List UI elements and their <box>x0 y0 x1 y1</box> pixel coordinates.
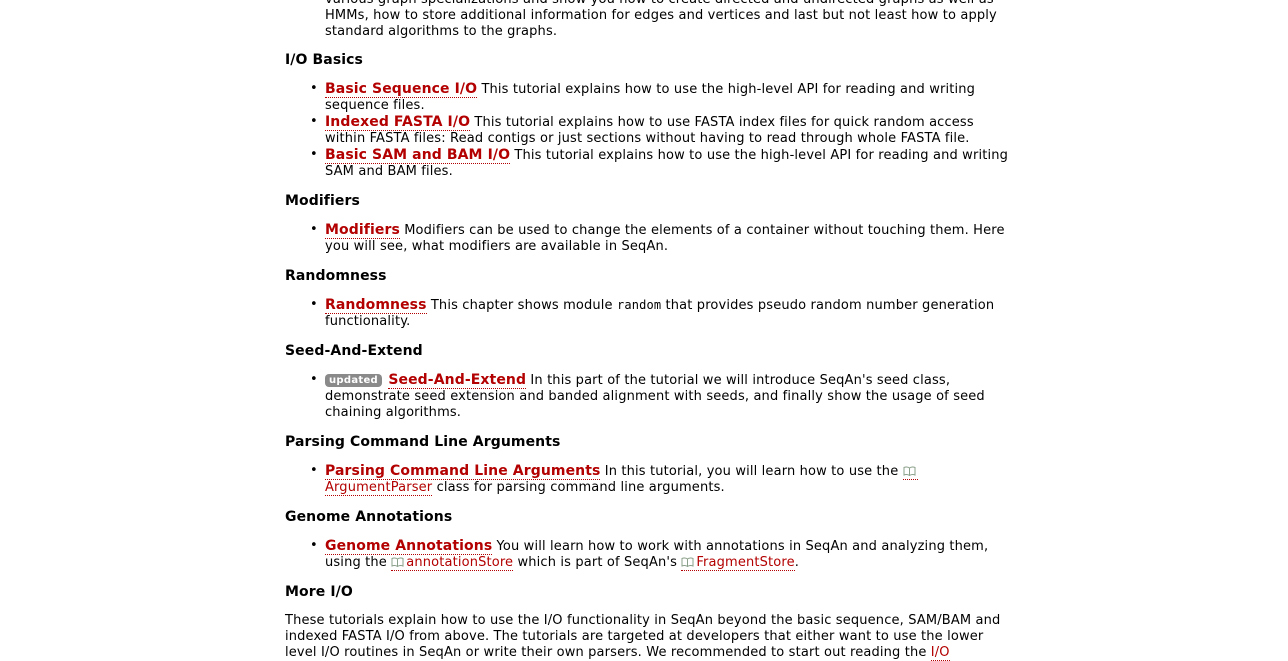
ref-annotation-store-label: annotationStore <box>406 555 514 570</box>
updated-badge: updated <box>325 374 383 387</box>
link-basic-sam-bam-io[interactable]: Basic SAM and BAM I/O <box>325 147 511 164</box>
heading-modifiers: Modifiers <box>285 193 360 209</box>
intro-line-1: various graph specializations and show y… <box>325 0 1015 8</box>
list-parsing-arguments: Parsing Command Line Arguments In this t… <box>285 463 1015 496</box>
link-seed-and-extend[interactable]: Seed-And-Extend <box>388 372 527 389</box>
list-item-parsing-arguments: Parsing Command Line Arguments In this t… <box>310 463 1015 496</box>
book-icon <box>391 557 404 567</box>
more-io-paragraph: These tutorials explain how to use the I… <box>285 613 1001 660</box>
intro-line-2: HMMs, how to store additional informatio… <box>325 8 997 23</box>
list-item-indexed-fasta-io: Indexed FASTA I/O This tutorial explains… <box>310 114 1015 147</box>
heading-parsing-arguments: Parsing Command Line Arguments <box>285 434 561 450</box>
link-modifiers[interactable]: Modifiers <box>325 222 400 239</box>
heading-randomness: Randomness <box>285 268 387 284</box>
desc-parsing-b: class for parsing command line arguments… <box>432 480 725 495</box>
ref-annotation-store[interactable]: annotationStore <box>391 555 514 571</box>
list-item-seed-and-extend: updated Seed-And-Extend In this part of … <box>310 372 1015 421</box>
list-genome-annotations: Genome Annotations You will learn how to… <box>285 538 1015 571</box>
link-indexed-fasta-io[interactable]: Indexed FASTA I/O <box>325 114 471 131</box>
link-more-io[interactable]: I/O <box>930 645 950 661</box>
link-parsing-arguments[interactable]: Parsing Command Line Arguments <box>325 463 601 480</box>
book-icon <box>903 466 916 476</box>
heading-io-basics: I/O Basics <box>285 52 363 68</box>
desc-genome-b: which is part of SeqAn's <box>513 555 682 570</box>
link-genome-annotations[interactable]: Genome Annotations <box>325 538 493 555</box>
link-randomness[interactable]: Randomness <box>325 297 427 314</box>
list-io-basics: Basic Sequence I/O This tutorial explain… <box>285 81 1015 180</box>
list-item-modifiers: Modifiers Modifiers can be used to chang… <box>310 222 1015 255</box>
desc-parsing-a: In this tutorial, you will learn how to … <box>600 464 903 479</box>
ref-fragment-store-label: FragmentStore <box>696 555 795 570</box>
list-seed-and-extend: updated Seed-And-Extend In this part of … <box>285 372 1015 421</box>
code-random: random <box>616 298 662 312</box>
heading-more-io: More I/O <box>285 584 353 600</box>
graphs-intro-text: various graph specializations and show y… <box>325 0 1015 40</box>
main-content: various graph specializations and show y… <box>285 0 1015 661</box>
heading-genome-annotations: Genome Annotations <box>285 509 453 525</box>
desc-modifiers: Modifiers can be used to change the elem… <box>325 223 1005 254</box>
intro-line-3: standard algorithms to the graphs. <box>325 24 558 39</box>
list-item-randomness: Randomness This chapter shows module ran… <box>310 297 1015 330</box>
ref-fragment-store[interactable]: FragmentStore <box>681 555 795 571</box>
heading-seed-and-extend: Seed-And-Extend <box>285 343 423 359</box>
list-item-genome-annotations: Genome Annotations You will learn how to… <box>310 538 1015 571</box>
book-icon <box>681 557 694 567</box>
list-randomness: Randomness This chapter shows module ran… <box>285 297 1015 330</box>
desc-randomness-a: This chapter shows module <box>426 298 617 313</box>
more-io-text: These tutorials explain how to use the I… <box>285 613 1015 661</box>
list-modifiers: Modifiers Modifiers can be used to chang… <box>285 222 1015 255</box>
desc-genome-c: . <box>794 555 800 570</box>
list-item-basic-sequence-io: Basic Sequence I/O This tutorial explain… <box>310 81 1015 114</box>
list-item-basic-sam-bam-io: Basic SAM and BAM I/O This tutorial expl… <box>310 147 1015 180</box>
link-basic-sequence-io[interactable]: Basic Sequence I/O <box>325 81 478 98</box>
ref-argument-parser-label: ArgumentParser <box>325 480 433 495</box>
